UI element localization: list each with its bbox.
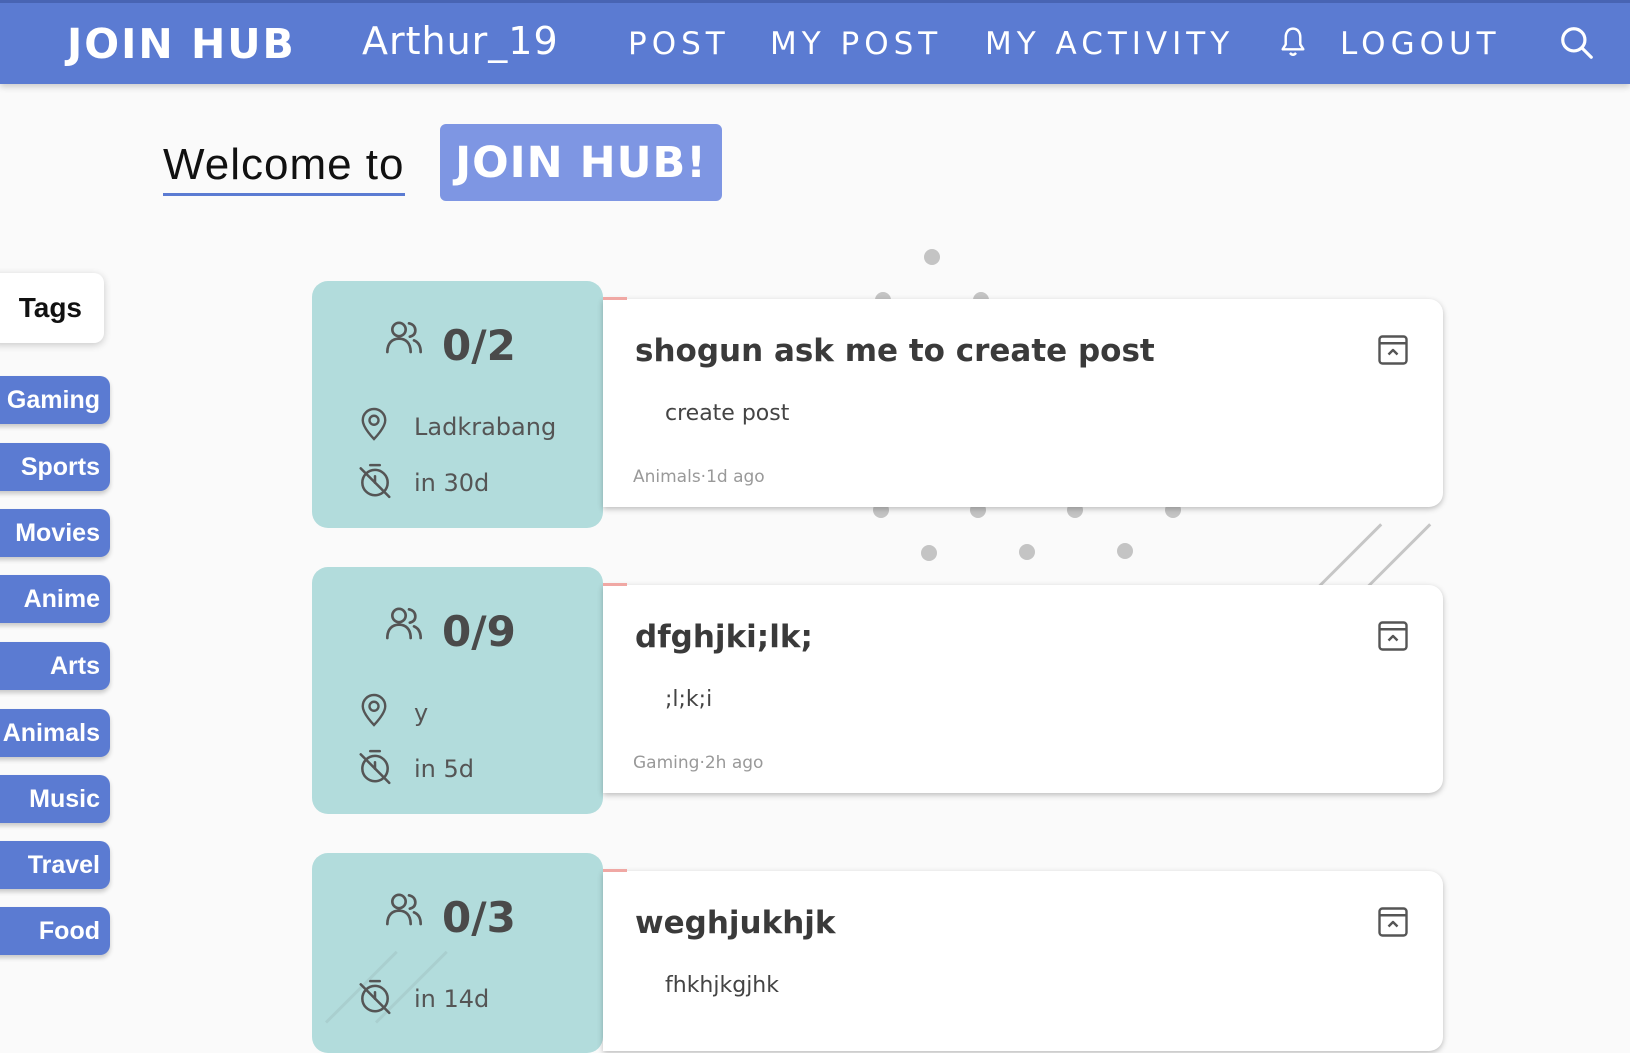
post-info-panel[interactable]: 0/9 y in 5d [312,567,603,814]
card-accent [603,583,627,586]
decor-dot [924,249,940,265]
decor-dot [1117,543,1133,559]
post-description: fhkhjkgjhk [665,973,779,998]
search-icon[interactable] [1558,24,1596,66]
location-label: y [414,699,429,727]
tag-travel[interactable]: Travel [0,841,110,889]
location-label: Ladkrabang [414,413,557,441]
timer-off-icon [356,977,394,1021]
timer-off-icon [356,747,394,791]
logout-button[interactable]: LOGOUT [1340,26,1501,62]
welcome-text: Welcome to [163,140,405,196]
participant-count: 0/9 [442,607,516,656]
tag-movies[interactable]: Movies [0,509,110,557]
tag-animals[interactable]: Animals [0,709,110,757]
post-title[interactable]: dfghjki;lk; [635,619,813,655]
post-title[interactable]: weghjukhjk [635,905,836,941]
participant-count: 0/2 [442,321,516,370]
tag-music[interactable]: Music [0,775,110,823]
nav-my-activity[interactable]: MY ACTIVITY [985,26,1234,62]
post-description: ;l;k;i [665,687,713,712]
welcome-brand-badge: JOIN HUB! [440,124,722,201]
decor-line [1366,523,1432,588]
post-description: create post [665,401,790,426]
post-meta: Gaming·2h ago [633,753,764,773]
location-icon [356,405,392,447]
tag-sports[interactable]: Sports [0,443,110,491]
location-icon [356,691,392,733]
tags-header: Tags [0,273,104,343]
decor-dot [1019,544,1035,560]
due-label: in 30d [414,469,490,497]
card-accent [603,869,627,872]
participants-icon [384,317,424,361]
post-card[interactable]: weghjukhjk fhkhjkgjhk [603,869,1443,1051]
tag-food[interactable]: Food [0,907,110,955]
participants-icon [384,603,424,647]
nav-post[interactable]: POST [628,26,730,62]
tag-anime[interactable]: Anime [0,575,110,623]
due-label: in 14d [414,985,490,1013]
post-card[interactable]: shogun ask me to create post create post… [603,297,1443,507]
decor-dot [921,545,937,561]
post-title[interactable]: shogun ask me to create post [635,333,1155,369]
post-info-panel[interactable]: 0/2 Ladkrabang in 30d [312,281,603,528]
bell-icon[interactable] [1278,25,1308,63]
participant-count: 0/3 [442,893,516,942]
timer-off-icon [356,461,394,505]
collapse-icon[interactable] [1375,618,1411,658]
collapse-icon[interactable] [1375,904,1411,944]
due-label: in 5d [414,755,475,783]
brand-logo[interactable]: JOIN HUB [67,20,296,68]
post-meta: Animals·1d ago [633,467,765,487]
card-accent [603,297,627,300]
tag-arts[interactable]: Arts [0,642,110,690]
post-info-panel[interactable]: 0/3 in 14d [312,853,603,1053]
collapse-icon[interactable] [1375,332,1411,372]
username-label[interactable]: Arthur_19 [362,19,559,63]
post-card[interactable]: dfghjki;lk; ;l;k;i Gaming·2h ago [603,583,1443,793]
nav-my-post[interactable]: MY POST [770,26,942,62]
top-navbar: JOIN HUB Arthur_19 POST MY POST MY ACTIV… [0,0,1630,84]
tag-gaming[interactable]: Gaming [0,376,110,424]
participants-icon [384,889,424,933]
